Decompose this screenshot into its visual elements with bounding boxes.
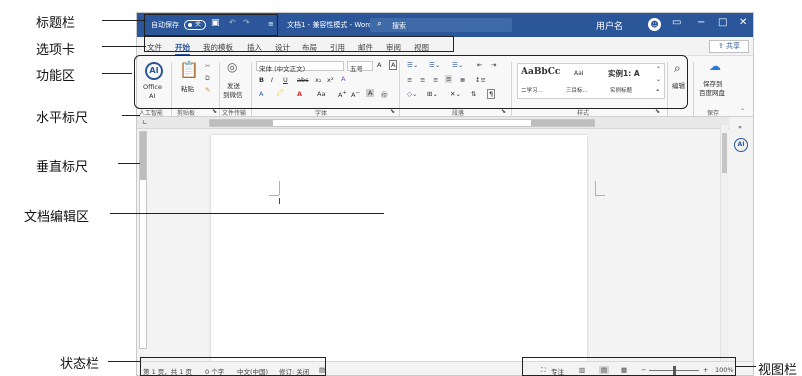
callout-status-bar: 状态栏 (60, 357, 100, 372)
callout-line (102, 46, 146, 47)
callout-doc-area: 文档编辑区 (24, 210, 90, 225)
search-placeholder: 搜索 (392, 22, 406, 30)
save-to-label-2[interactable]: 百度网盘 (699, 87, 725, 97)
transfer-group-label: 文件传输 (222, 110, 247, 117)
ribbon-display-icon[interactable]: ▭ (672, 17, 681, 28)
annotation-box-ribbon (134, 55, 688, 109)
group-launcher-icon[interactable]: ⬊ (501, 108, 506, 115)
callout-line (102, 20, 146, 21)
vertical-scrollbar[interactable] (720, 125, 728, 361)
search-icon: ⌕ (377, 19, 383, 29)
document-title: 文档1 - 兼容性模式 - Word (287, 21, 373, 29)
crop-mark (595, 195, 605, 196)
callout-vruler: 垂直标尺 (36, 160, 89, 175)
maximize-icon[interactable]: □ (718, 17, 727, 28)
text-cursor (279, 198, 280, 204)
ruler-band: ∟ (137, 117, 753, 129)
callout-tabs: 选项卡 (36, 43, 76, 58)
avatar[interactable]: ☻ (648, 18, 661, 31)
search-box[interactable]: ⌕ 搜索 (370, 18, 512, 32)
callout-hruler: 水平标尺 (36, 111, 89, 126)
ruler-margin-left (210, 120, 273, 126)
user-name[interactable]: 用户名 (596, 19, 623, 32)
crop-mark (279, 181, 280, 195)
callout-line (108, 361, 140, 362)
callout-line (118, 163, 140, 164)
annotation-box-view-bar (522, 357, 736, 376)
paragraph-group-label: 段落 (452, 110, 465, 117)
close-icon[interactable]: ✕ (739, 17, 747, 28)
annotation-box-tabs (144, 36, 454, 52)
callout-line (110, 213, 384, 214)
collapse-pane-icon[interactable]: « (738, 123, 742, 131)
ruler-margin-top (140, 132, 146, 180)
group-launcher-icon[interactable]: ⬊ (390, 108, 395, 115)
save-group-label: 保存 (707, 110, 720, 117)
ai-assistant-icon[interactable]: AI (734, 138, 748, 152)
crop-mark (269, 195, 279, 196)
document-page[interactable] (211, 135, 605, 361)
callout-line (736, 366, 756, 367)
callout-ribbon: 功能区 (36, 69, 76, 84)
minimize-icon[interactable]: − (697, 17, 705, 28)
scroll-thumb[interactable] (722, 133, 727, 173)
callout-line (122, 115, 140, 116)
group-divider (693, 62, 694, 116)
tab-selector-icon[interactable]: ∟ (142, 119, 147, 126)
group-launcher-icon[interactable]: ⬊ (655, 108, 660, 115)
ruler-margin-right (531, 120, 594, 126)
callout-line (102, 73, 132, 74)
clipboard-group-label: 剪贴板 (177, 110, 196, 117)
baidu-cloud-icon[interactable]: ☁ (709, 59, 721, 73)
horizontal-ruler[interactable] (209, 119, 595, 127)
vertical-ruler[interactable] (139, 131, 147, 349)
group-launcher-icon[interactable]: ⬊ (212, 108, 217, 115)
crop-mark (595, 181, 596, 195)
share-icon: ⇪ (717, 42, 727, 50)
font-group-label: 字体 (315, 110, 328, 117)
share-label: 共享 (726, 42, 741, 50)
side-pane: « AI (729, 117, 753, 361)
collapse-ribbon-icon[interactable]: ⌃ (740, 108, 745, 115)
annotation-box-title-bar (144, 14, 278, 36)
annotation-box-status-bar (140, 357, 326, 376)
callout-title-bar: 标题栏 (36, 16, 76, 31)
styles-group-label: 样式 (577, 110, 590, 117)
share-button[interactable]: ⇪ 共享 (709, 40, 749, 53)
callout-view-bar: 视图栏 (758, 363, 798, 376)
ai-group-label: 人工智能 (139, 110, 164, 117)
